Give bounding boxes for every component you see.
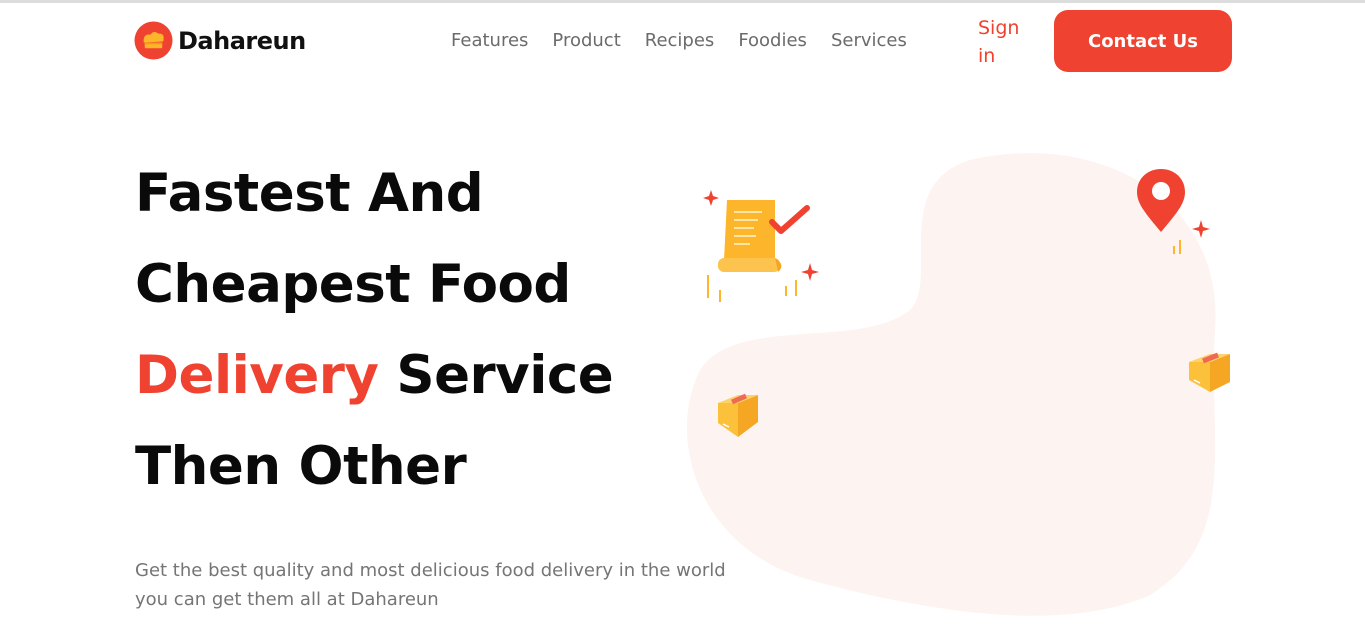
nav-link-features[interactable]: Features [451, 30, 528, 51]
sparkle-icon [703, 190, 719, 206]
hero-title-text: Cheapest Food [135, 254, 571, 315]
hero-title-accent: Delivery [135, 345, 379, 406]
hero-title-line-1: Fastest And [135, 148, 695, 239]
hero-title-line-2: Cheapest Food [135, 239, 695, 330]
nav-link-product[interactable]: Product [552, 30, 620, 51]
hero-title-text: Fastest And [135, 163, 484, 224]
contact-us-button[interactable]: Contact Us [1054, 10, 1232, 72]
nav-link-foodies[interactable]: Foodies [738, 30, 807, 51]
chef-hat-logo-icon [134, 21, 173, 60]
hero-description: Get the best quality and most delicious … [135, 560, 726, 610]
main-nav: Features Product Recipes Foodies Service… [451, 30, 907, 51]
hero-title-text: Then Other [135, 436, 467, 497]
sparkle-icon [801, 263, 819, 281]
nav-link-services[interactable]: Services [831, 30, 907, 51]
hero-title: Fastest And Cheapest Food Delivery Servi… [135, 148, 695, 512]
brand-name: Dahareun [178, 26, 306, 55]
hero-title-line-3: Delivery Service [135, 330, 695, 421]
brand-logo[interactable]: Dahareun [134, 21, 306, 60]
nav-link-recipes[interactable]: Recipes [645, 30, 715, 51]
order-receipt-icon [707, 200, 810, 302]
sparkle-icon [1192, 220, 1210, 238]
hero-title-text: Service [378, 345, 614, 406]
hero-title-line-4: Then Other [135, 421, 695, 512]
top-border [0, 0, 1365, 3]
signin-link[interactable]: Sign in [978, 14, 1026, 70]
hero-illustration [686, 153, 1230, 616]
